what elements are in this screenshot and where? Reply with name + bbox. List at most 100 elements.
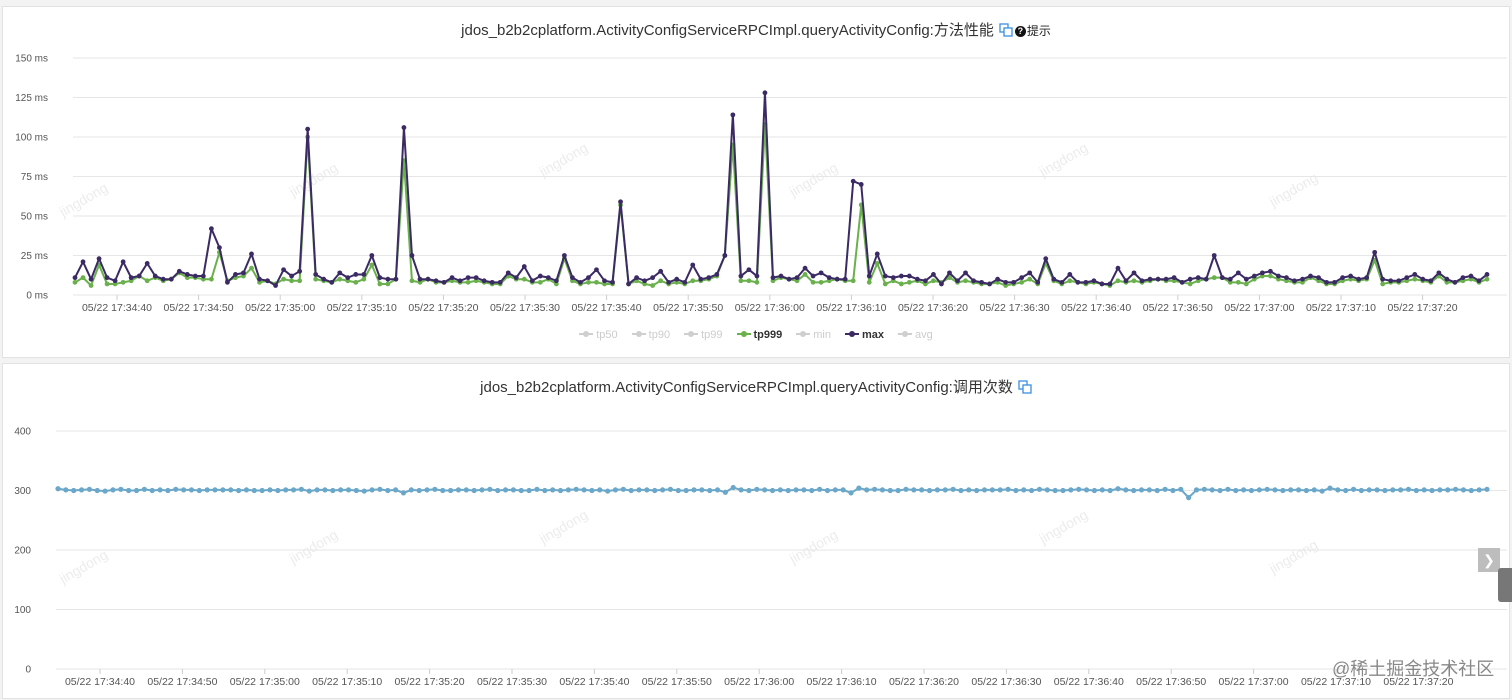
data-point[interactable] [1235,279,1241,285]
data-point[interactable] [1225,486,1231,492]
data-point[interactable] [1186,495,1192,501]
data-point[interactable] [722,489,728,495]
data-point[interactable] [1021,487,1027,493]
data-point[interactable] [1460,487,1467,493]
data-point[interactable] [714,487,721,493]
data-point[interactable] [337,270,343,276]
data-point[interactable] [297,268,303,274]
data-point[interactable] [267,487,273,493]
data-point[interactable] [275,487,281,494]
data-point[interactable] [618,199,623,205]
data-point[interactable] [879,487,886,493]
data-point[interactable] [289,278,295,284]
data-point[interactable] [1468,487,1474,494]
data-point[interactable] [1123,278,1129,284]
data-point[interactable] [1123,487,1129,493]
data-point[interactable] [369,487,375,493]
data-point[interactable] [674,276,680,282]
data-point[interactable] [963,278,968,284]
data-point[interactable] [1131,270,1137,276]
data-point[interactable] [1413,487,1419,494]
data-point[interactable] [283,487,289,493]
data-point[interactable] [233,272,238,277]
data-point[interactable] [377,486,383,492]
data-point[interactable] [273,283,278,288]
data-point[interactable] [188,487,195,493]
data-point[interactable] [809,487,815,494]
data-point[interactable] [856,485,862,491]
data-point[interactable] [337,276,343,282]
data-point[interactable] [1068,487,1074,493]
data-point[interactable] [133,487,140,494]
data-point[interactable] [417,276,423,282]
data-point[interactable] [104,275,110,281]
data-point[interactable] [1170,487,1176,494]
data-point[interactable] [1203,276,1209,282]
data-point[interactable] [770,275,776,281]
data-point[interactable] [400,490,407,496]
data-point[interactable] [594,279,599,285]
data-point[interactable] [289,273,295,279]
data-point[interactable] [586,275,591,281]
data-point[interactable] [313,272,319,277]
data-point[interactable] [1083,279,1089,285]
legend-item-tp50[interactable]: tp50 [579,329,618,341]
data-point[interactable] [369,262,375,268]
data-point[interactable] [1217,487,1223,494]
data-point[interactable] [120,259,126,265]
data-point[interactable] [502,487,509,493]
data-point[interactable] [850,178,856,184]
data-point[interactable] [409,278,415,284]
data-point[interactable] [168,276,174,282]
data-point[interactable] [642,278,648,284]
data-point[interactable] [1211,253,1217,258]
data-point[interactable] [802,265,808,271]
data-point[interactable] [778,273,784,279]
data-point[interactable] [241,270,246,276]
data-point[interactable] [495,487,501,494]
data-point[interactable] [769,487,776,494]
data-point[interactable] [479,487,485,493]
data-point[interactable] [707,487,713,494]
data-point[interactable] [801,487,807,493]
data-point[interactable] [832,487,838,493]
data-point[interactable] [1327,485,1333,491]
data-point[interactable] [1335,487,1341,493]
data-point[interactable] [1284,275,1289,281]
data-point[interactable] [610,279,615,285]
data-point[interactable] [1343,487,1349,494]
data-point[interactable] [1300,276,1305,282]
data-point[interactable] [699,487,705,493]
data-point[interactable] [1052,487,1058,494]
data-point[interactable] [290,487,297,493]
data-point[interactable] [78,487,85,493]
data-point[interactable] [537,279,543,285]
data-point[interactable] [570,275,575,281]
data-point[interactable] [212,487,218,493]
data-point[interactable] [1163,276,1169,282]
data-point[interactable] [1243,281,1249,287]
data-point[interactable] [667,486,674,492]
data-point[interactable] [1107,281,1113,287]
data-point[interactable] [1251,273,1257,279]
data-point[interactable] [1243,276,1249,282]
data-point[interactable] [321,276,327,282]
data-point[interactable] [152,273,158,279]
data-point[interactable] [1388,278,1394,284]
data-point[interactable] [465,275,471,281]
legend-item-tp90[interactable]: tp90 [631,329,670,341]
data-point[interactable] [463,487,469,493]
data-point[interactable] [393,487,399,493]
data-point[interactable] [1027,276,1033,282]
data-point[interactable] [1420,276,1426,282]
data-point[interactable] [754,273,760,279]
data-point[interactable] [393,276,399,282]
data-point[interactable] [110,487,116,493]
data-point[interactable] [987,281,992,287]
data-point[interactable] [228,487,234,493]
data-point[interactable] [416,487,422,494]
data-point[interactable] [449,275,455,281]
data-point[interactable] [842,276,848,282]
data-point[interactable] [1295,487,1302,493]
data-point[interactable] [200,273,206,279]
